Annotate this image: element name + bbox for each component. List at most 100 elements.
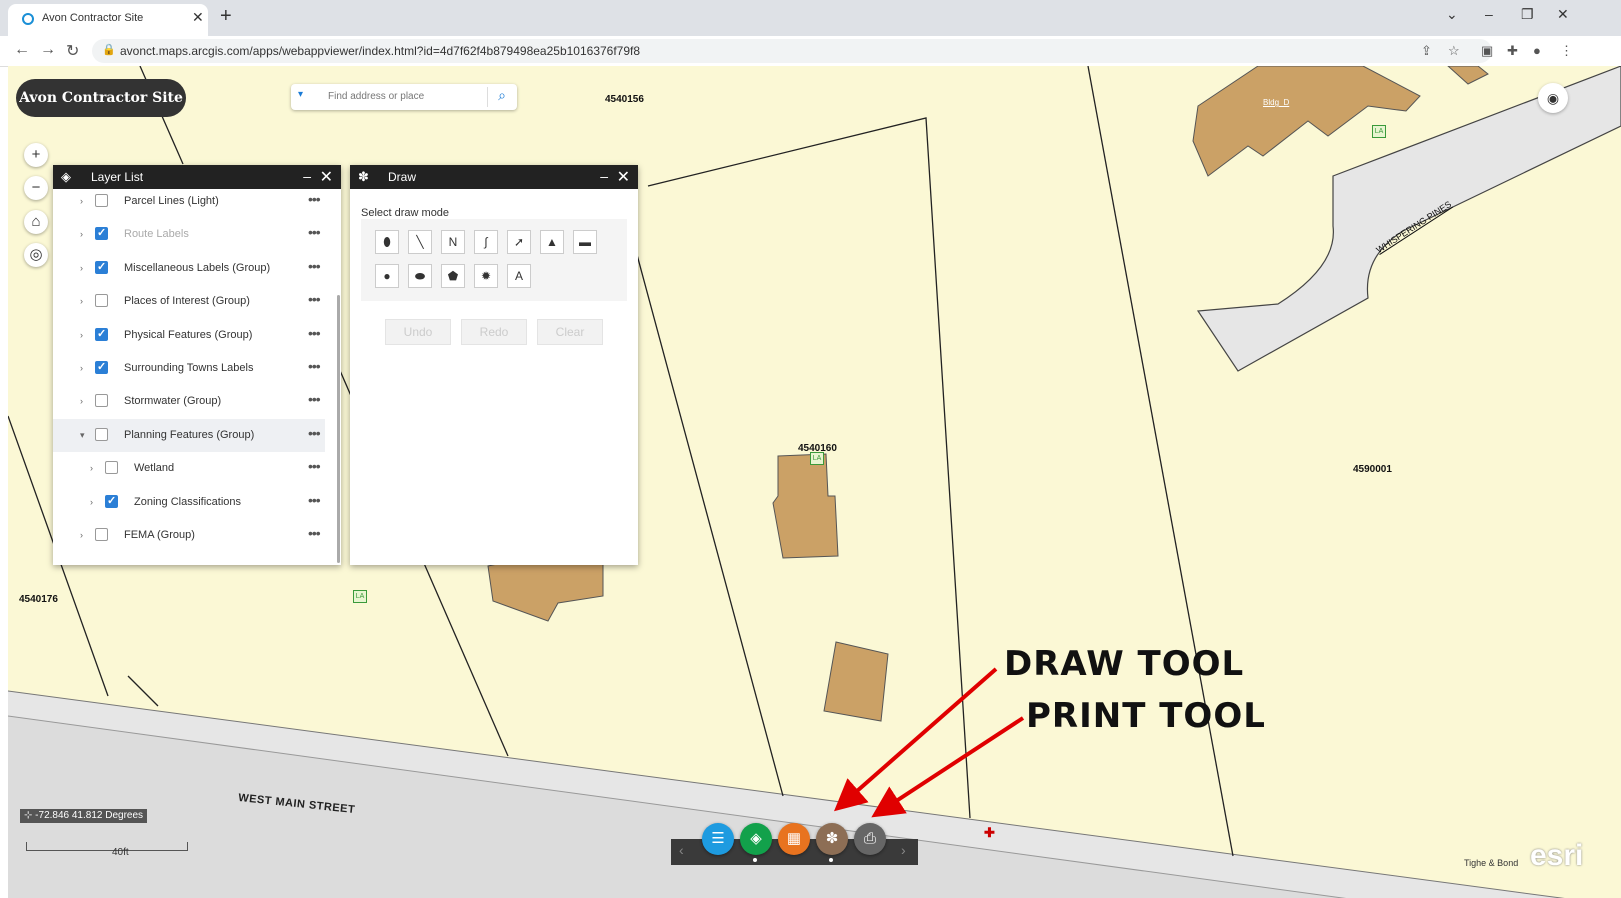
layer-options-icon[interactable]: ••• [308,391,321,407]
forward-icon[interactable]: → [40,41,56,59]
map-view[interactable]: ◉ 4540156 4540160 4590001 4540176 Bldg_D… [8,66,1621,898]
layer-options-icon[interactable]: ••• [308,291,321,307]
layer-row[interactable]: › Parcel Lines (Light) ••• [53,185,325,218]
browser-menu-icon[interactable]: ⋮ [1560,43,1573,59]
layer-row[interactable]: › Miscellaneous Labels (Group) ••• [53,252,325,285]
layer-visibility-checkbox[interactable] [95,528,108,541]
clear-button[interactable]: Clear [537,319,603,345]
arrow-icon[interactable]: ➚ [507,230,531,254]
layer-options-icon[interactable]: ••• [308,458,321,474]
profile-icon[interactable]: ● [1533,43,1541,58]
rectangle-icon[interactable]: ▬ [573,230,597,254]
circle-icon[interactable]: ● [375,264,399,288]
expand-icon[interactable]: › [80,263,83,273]
expand-icon[interactable]: › [80,396,83,406]
layer-row[interactable]: › Places of Interest (Group) ••• [53,285,325,318]
ellipse-icon[interactable]: ⬬ [408,264,432,288]
browser-tab[interactable]: Avon Contractor Site ✕ [8,4,208,36]
minimize-icon[interactable]: – [1485,6,1493,22]
widget-next-icon[interactable]: › [901,842,906,858]
expand-icon[interactable]: › [80,196,83,206]
undo-button[interactable]: Undo [385,319,451,345]
layer-options-icon[interactable]: ••• [308,425,321,441]
minimize-panel-icon[interactable]: – [600,168,608,184]
tab-search-icon[interactable]: ⌄ [1446,6,1458,23]
layer-row[interactable]: ▾ Planning Features (Group) ••• [53,418,325,452]
print-widget-icon[interactable]: ⎙ [854,823,886,855]
layer-row[interactable]: › Zoning Classifications ••• [53,486,325,519]
layer-row[interactable]: › Surrounding Towns Labels ••• [53,352,325,385]
close-panel-icon[interactable]: ✕ [320,167,333,187]
address-input[interactable]: 🔒 avonct.maps.arcgis.com/apps/webappview… [92,39,1492,63]
layer-visibility-checkbox[interactable] [105,494,118,508]
expand-icon[interactable]: › [90,497,93,507]
layer-visibility-checkbox[interactable] [95,427,108,441]
close-panel-icon[interactable]: ✕ [617,167,630,187]
layer-visibility-checkbox[interactable] [105,461,118,475]
home-icon[interactable]: ⌂ [24,210,48,234]
freehand-polygon-icon[interactable]: ✹ [474,264,498,288]
triangle-icon[interactable]: ▲ [540,230,564,254]
text-icon[interactable]: A [507,264,531,288]
extension-g-icon[interactable]: ▣ [1481,43,1493,59]
search-icon[interactable]: ⌕ [487,87,516,107]
zoom-in-button[interactable]: + [24,143,48,167]
attribution: Tighe & Bond [1464,858,1519,868]
minimize-panel-icon[interactable]: – [303,168,311,184]
coordinate-readout[interactable]: ⊹ -72.846 41.812 Degrees [20,809,148,823]
layer-options-icon[interactable]: ••• [308,358,321,374]
point-icon[interactable]: ⬮ [375,230,399,254]
list-widget-icon[interactable]: ☰ [702,823,734,855]
layer-list-widget-icon[interactable]: ◈ [740,823,772,855]
layer-row[interactable]: › Physical Features (Group) ••• [53,319,325,352]
layer-visibility-checkbox[interactable] [95,394,108,408]
layer-visibility-checkbox[interactable] [95,327,108,341]
layer-options-icon[interactable]: ••• [308,224,321,240]
layer-visibility-checkbox[interactable] [95,226,108,241]
search-source-dropdown-icon[interactable]: ▾ [298,89,303,100]
layer-row[interactable]: › Wetland ••• [53,452,325,485]
reload-icon[interactable]: ↻ [66,41,79,61]
visibility-toggle-icon[interactable]: ◉ [1538,83,1568,113]
grid-widget-icon[interactable]: ▦ [778,823,810,855]
layer-row[interactable]: › FEMA (Group) ••• [53,519,325,552]
widget-prev-icon[interactable]: ‹ [679,842,684,858]
layer-visibility-checkbox[interactable] [95,260,108,274]
polygon-icon[interactable]: ⬟ [441,264,465,288]
polyline-icon[interactable]: Ν [441,230,465,254]
close-tab-icon[interactable]: ✕ [192,9,204,26]
line-icon[interactable]: ╲ [408,230,432,254]
expand-icon[interactable]: › [80,330,83,340]
layer-list-scrollbar[interactable] [337,295,340,563]
layer-visibility-checkbox[interactable] [95,194,108,207]
search-input[interactable]: Find address or place [328,91,424,102]
layer-options-icon[interactable]: ••• [308,492,321,508]
my-location-icon[interactable]: ◎ [24,243,48,267]
expand-icon[interactable]: › [80,296,83,306]
freehand-polyline-icon[interactable]: ∫ [474,230,498,254]
expand-icon[interactable]: › [80,363,83,373]
layer-options-icon[interactable]: ••• [308,325,321,341]
close-window-icon[interactable]: ✕ [1557,6,1569,23]
draw-widget-icon[interactable]: ✽ [816,823,848,855]
collapse-icon[interactable]: ▾ [80,430,85,441]
redo-button[interactable]: Redo [461,319,527,345]
share-icon[interactable]: ⇪ [1421,43,1432,59]
layer-visibility-checkbox[interactable] [95,360,108,374]
layer-options-icon[interactable]: ••• [308,258,321,274]
bookmark-star-icon[interactable]: ☆ [1448,43,1460,59]
extensions-puzzle-icon[interactable]: ✚ [1507,43,1518,59]
layer-row[interactable]: › Route Labels ••• [53,218,325,251]
expand-icon[interactable]: › [80,229,83,239]
expand-icon[interactable]: › [80,530,83,540]
new-tab-icon[interactable]: + [220,5,232,28]
layer-row[interactable]: › Stormwater (Group) ••• [53,385,325,418]
layer-options-icon[interactable]: ••• [308,525,321,541]
layer-options-icon[interactable]: ••• [308,191,321,207]
back-icon[interactable]: ← [14,41,30,59]
restore-icon[interactable]: ❐ [1521,6,1534,23]
draw-header[interactable]: ✽ Draw – ✕ [350,165,638,189]
layer-visibility-checkbox[interactable] [95,294,108,308]
zoom-out-button[interactable]: − [24,176,48,200]
expand-icon[interactable]: › [90,463,93,473]
